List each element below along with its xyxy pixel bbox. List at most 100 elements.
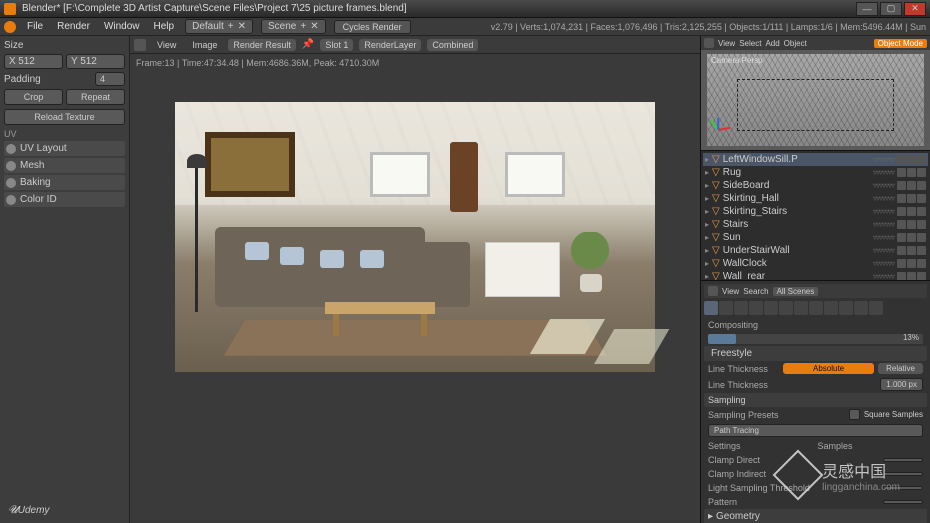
- wireframe-view[interactable]: Camera Persp: [707, 54, 924, 146]
- selectable-icon[interactable]: [907, 194, 916, 203]
- crop-button[interactable]: Crop: [4, 89, 63, 105]
- menu-file[interactable]: File: [24, 21, 46, 32]
- outliner-item[interactable]: ▸▽Rug▿▿▿▿▿▿▿: [703, 166, 928, 179]
- visibility-icon[interactable]: [897, 181, 906, 190]
- visibility-icon[interactable]: [897, 168, 906, 177]
- menu-object[interactable]: Object: [784, 39, 807, 48]
- repeat-button[interactable]: Repeat: [66, 89, 125, 105]
- visibility-icon[interactable]: [897, 246, 906, 255]
- outliner-item[interactable]: ▸▽Wall_rear▿▿▿▿▿▿▿: [703, 270, 928, 281]
- expand-icon[interactable]: ▸: [705, 207, 709, 216]
- light-sampling-field[interactable]: [883, 486, 923, 490]
- modifiers-tab-icon[interactable]: [794, 301, 808, 315]
- render-tab-icon[interactable]: [704, 301, 718, 315]
- renderable-icon[interactable]: [917, 233, 926, 242]
- close-button[interactable]: ✕: [904, 2, 926, 16]
- editor-type-icon[interactable]: [708, 286, 718, 296]
- outliner-item[interactable]: ▸▽Skirting_Stairs▿▿▿▿▿▿▿: [703, 205, 928, 218]
- selectable-icon[interactable]: [907, 207, 916, 216]
- freestyle-section-header[interactable]: Freestyle: [704, 346, 927, 361]
- size-y-field[interactable]: Y 512: [66, 54, 125, 69]
- selectable-icon[interactable]: [907, 233, 916, 242]
- selectable-icon[interactable]: [907, 259, 916, 268]
- geometry-section-header[interactable]: ▸ Geometry: [704, 509, 927, 523]
- renderable-icon[interactable]: [917, 181, 926, 190]
- render-viewport[interactable]: Frame:13 | Time:47:34.48 | Mem:4686.36M,…: [130, 54, 700, 523]
- layer-color-id[interactable]: Color ID: [4, 192, 125, 207]
- render-layer-dropdown[interactable]: RenderLayer: [359, 39, 421, 51]
- absolute-button[interactable]: Absolute: [783, 363, 874, 374]
- close-icon[interactable]: ✕: [238, 21, 246, 32]
- texture-tab-icon[interactable]: [839, 301, 853, 315]
- screen-layout-dropdown[interactable]: Default+✕: [185, 19, 253, 34]
- clamp-indirect-field[interactable]: [883, 472, 923, 476]
- menu-render[interactable]: Render: [54, 21, 93, 32]
- eye-icon[interactable]: [6, 161, 16, 171]
- menu-view[interactable]: View: [152, 39, 181, 51]
- scene-dropdown[interactable]: Scene+✕: [261, 19, 326, 34]
- plus-icon[interactable]: +: [300, 21, 306, 32]
- menu-add[interactable]: Add: [765, 39, 779, 48]
- expand-icon[interactable]: ▸: [705, 194, 709, 203]
- expand-icon[interactable]: ▸: [705, 155, 709, 164]
- reload-texture-button[interactable]: Reload Texture: [4, 109, 125, 125]
- visibility-icon[interactable]: [897, 220, 906, 229]
- line-thickness-field[interactable]: 1.000 px: [880, 378, 923, 391]
- expand-icon[interactable]: ▸: [705, 233, 709, 242]
- render-engine-dropdown[interactable]: Cycles Render: [334, 20, 411, 34]
- expand-icon[interactable]: ▸: [705, 259, 709, 268]
- layer-baking[interactable]: Baking: [4, 175, 125, 190]
- scene-filter[interactable]: All Scenes: [773, 287, 819, 296]
- selectable-icon[interactable]: [907, 168, 916, 177]
- maximize-button[interactable]: ▢: [880, 2, 902, 16]
- renderable-icon[interactable]: [917, 220, 926, 229]
- editor-type-icon[interactable]: [704, 38, 714, 48]
- visibility-icon[interactable]: [897, 272, 906, 281]
- outliner-item[interactable]: ▸▽Sun▿▿▿▿▿▿▿: [703, 231, 928, 244]
- minimize-button[interactable]: —: [856, 2, 878, 16]
- selectable-icon[interactable]: [907, 181, 916, 190]
- square-samples-checkbox[interactable]: [849, 409, 860, 420]
- expand-icon[interactable]: ▸: [705, 220, 709, 229]
- expand-icon[interactable]: ▸: [705, 246, 709, 255]
- plus-icon[interactable]: +: [228, 21, 234, 32]
- layer-mesh[interactable]: Mesh: [4, 158, 125, 173]
- renderable-icon[interactable]: [917, 194, 926, 203]
- selectable-icon[interactable]: [907, 272, 916, 281]
- outliner-item[interactable]: ▸▽LeftWindowSill.P▿▿▿▿▿▿▿: [703, 153, 928, 166]
- pattern-field[interactable]: [883, 500, 923, 504]
- 3d-viewport[interactable]: View Select Add Object Object Mode Camer…: [701, 36, 930, 151]
- padding-field[interactable]: 4: [95, 72, 125, 86]
- renderable-icon[interactable]: [917, 207, 926, 216]
- visibility-icon[interactable]: [897, 194, 906, 203]
- menu-view[interactable]: View: [718, 39, 735, 48]
- eye-icon[interactable]: [6, 195, 16, 205]
- sampling-section-header[interactable]: Sampling: [704, 393, 927, 407]
- world-tab-icon[interactable]: [749, 301, 763, 315]
- visibility-icon[interactable]: [897, 259, 906, 268]
- close-icon[interactable]: ✕: [310, 21, 318, 32]
- slot-dropdown[interactable]: Slot 1: [320, 39, 353, 51]
- editor-type-icon[interactable]: [134, 39, 146, 51]
- expand-icon[interactable]: ▸: [705, 181, 709, 190]
- integrator-dropdown[interactable]: Path Tracing: [708, 424, 923, 437]
- object-tab-icon[interactable]: [764, 301, 778, 315]
- size-x-field[interactable]: X 512: [4, 54, 63, 69]
- physics-tab-icon[interactable]: [869, 301, 883, 315]
- renderable-icon[interactable]: [917, 272, 926, 281]
- visibility-icon[interactable]: [897, 207, 906, 216]
- expand-icon[interactable]: ▸: [705, 272, 709, 281]
- outliner-item[interactable]: ▸▽WallClock▿▿▿▿▿▿▿: [703, 257, 928, 270]
- outliner[interactable]: ▸▽LeftWindowSill.P▿▿▿▿▿▿▿▸▽Rug▿▿▿▿▿▿▿ ▸▽S…: [701, 151, 930, 281]
- relative-button[interactable]: Relative: [878, 363, 923, 374]
- menu-image[interactable]: Image: [187, 39, 222, 51]
- pin-icon[interactable]: 📌: [302, 39, 314, 50]
- outliner-item[interactable]: ▸▽Skirting_Hall▿▿▿▿▿▿▿: [703, 192, 928, 205]
- renderable-icon[interactable]: [917, 259, 926, 268]
- sampling-presets-label[interactable]: Sampling Presets: [708, 410, 845, 420]
- selectable-icon[interactable]: [907, 246, 916, 255]
- particles-tab-icon[interactable]: [854, 301, 868, 315]
- uv-section-header[interactable]: UV: [4, 129, 125, 139]
- menu-help[interactable]: Help: [151, 21, 178, 32]
- eye-icon[interactable]: [6, 178, 16, 188]
